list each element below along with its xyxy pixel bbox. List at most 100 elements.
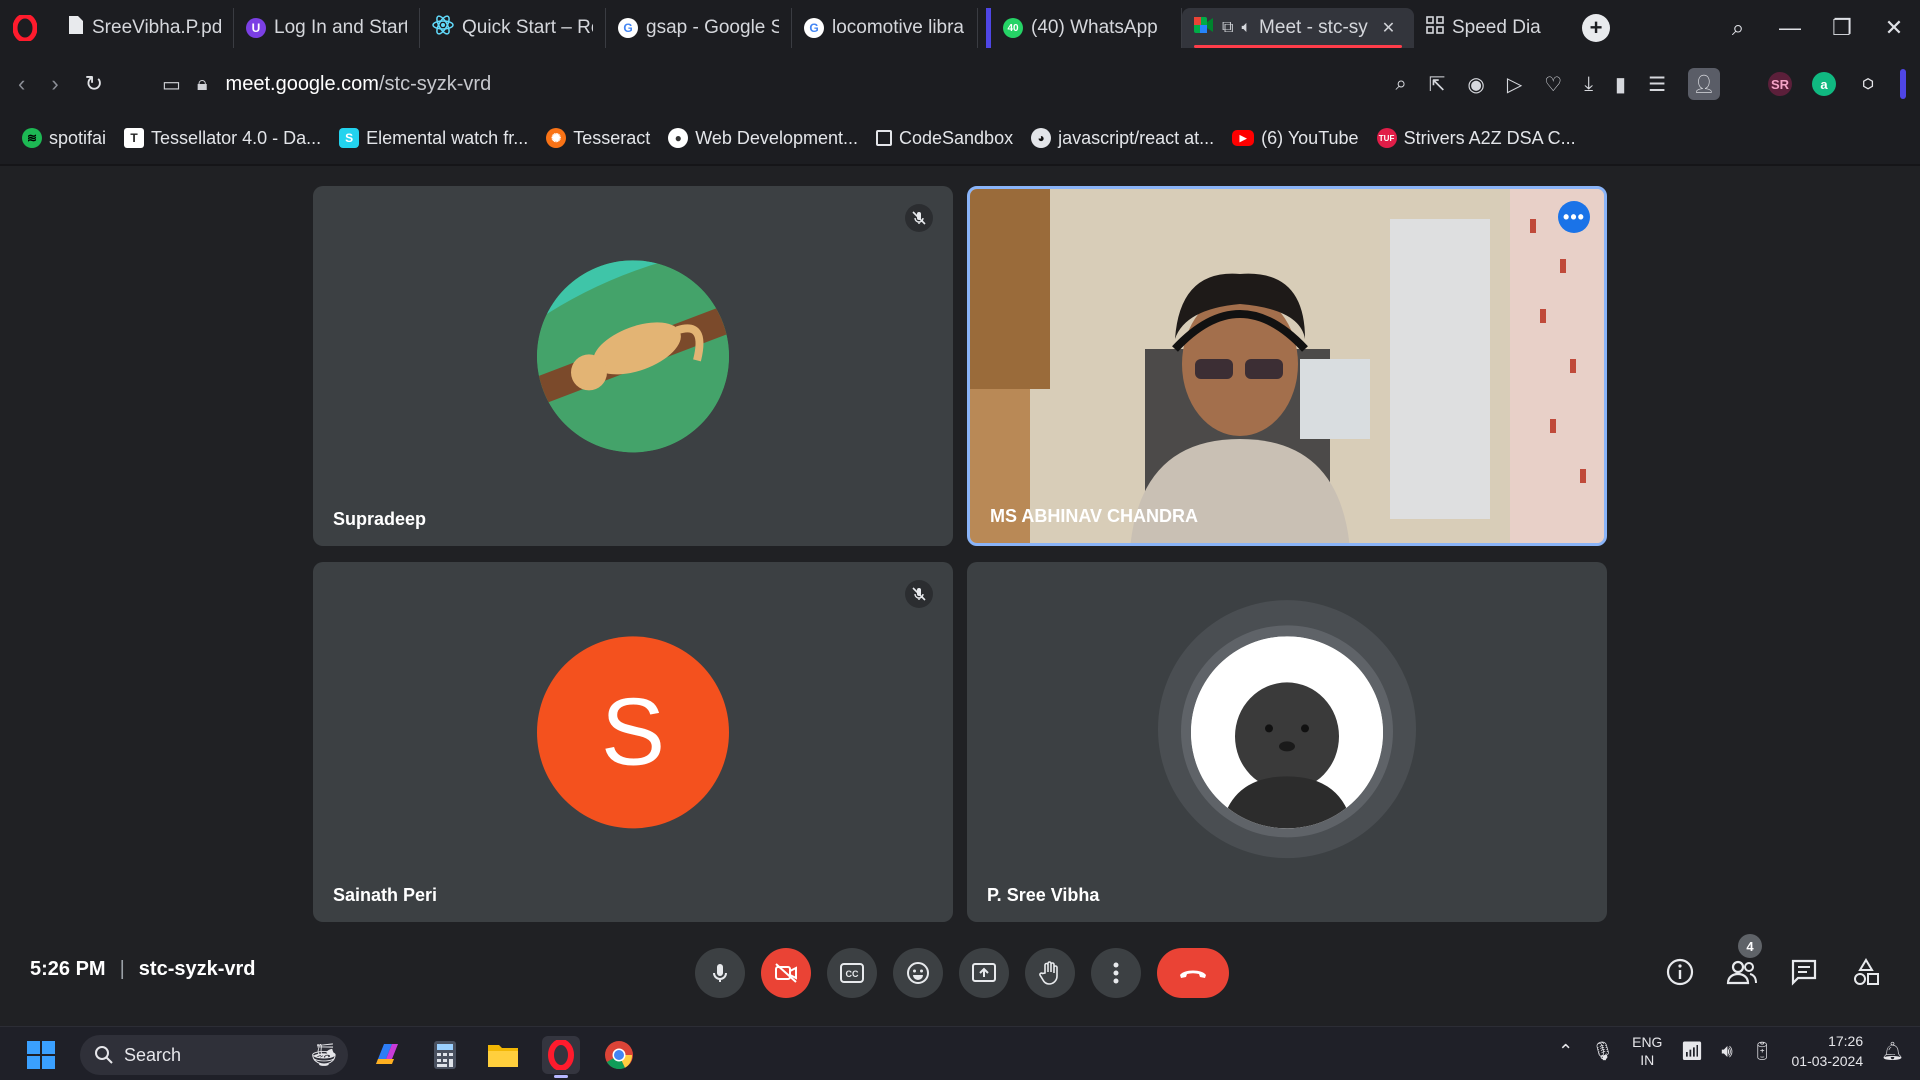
reactions-button[interactable] xyxy=(893,948,943,998)
share-icon[interactable]: ⇱ xyxy=(1429,72,1446,97)
people-icon xyxy=(1726,960,1757,985)
bookmark-spotifai[interactable]: ≋ spotifai xyxy=(22,128,106,149)
participant-tile-supradeep[interactable]: Supradeep xyxy=(313,186,953,546)
meet-stage: Supradeep ••• MS ABHINAV CHANDRA S Saina… xyxy=(0,164,1920,1026)
clock-time: 17:26 xyxy=(1828,1033,1864,1049)
snapshot-icon[interactable]: ◉ xyxy=(1467,72,1484,97)
participant-tile-abhinav[interactable]: ••• MS ABHINAV CHANDRA xyxy=(967,186,1607,546)
battery-saver-icon[interactable]: ▮ xyxy=(1615,72,1626,97)
address-bar: ‹ › ↻ ▭ 🔒︎ meet.google.com/stc-syzk-vrd … xyxy=(0,58,1920,110)
send-icon[interactable]: ▷ xyxy=(1507,72,1522,97)
wifi-icon[interactable]: 📶︎ xyxy=(1680,1041,1703,1062)
file-explorer-app[interactable] xyxy=(484,1036,522,1074)
battery-icon[interactable]: 🔋︎ xyxy=(1751,1041,1774,1062)
picture-in-picture-icon[interactable]: ⧉ xyxy=(1222,19,1233,37)
bookmark-tesseract[interactable]: ✺ Tesseract xyxy=(546,128,650,149)
easy-setup-icon[interactable]: ☰ xyxy=(1648,72,1666,97)
tab-speed-dial[interactable]: Speed Dial xyxy=(1414,8,1554,48)
avatar xyxy=(1191,636,1383,829)
tab-gsap[interactable]: G gsap - Google Sea xyxy=(606,8,792,48)
captions-button[interactable]: CC xyxy=(827,948,877,998)
minimize-icon[interactable]: — xyxy=(1764,15,1816,41)
clock-date: 01-03-2024 xyxy=(1791,1053,1864,1069)
bookmark-webdev[interactable]: ● Web Development... xyxy=(668,128,858,149)
page-search-icon[interactable]: ⌕ xyxy=(1395,73,1406,96)
meeting-details-button[interactable] xyxy=(1656,948,1704,996)
heart-icon[interactable]: ♡ xyxy=(1544,72,1562,97)
lock-icon[interactable]: 🔒︎ xyxy=(197,73,208,96)
chrome-app[interactable] xyxy=(600,1036,638,1074)
camera-button[interactable] xyxy=(761,948,811,998)
speaker-icon[interactable]: 🔈︎ xyxy=(1241,19,1251,37)
mic-off-icon xyxy=(905,580,933,608)
people-button[interactable]: 4 xyxy=(1718,934,1766,996)
copilot-app[interactable] xyxy=(368,1036,406,1074)
bookmark-elemental[interactable]: S Elemental watch fr... xyxy=(339,128,528,149)
tab-close-icon[interactable]: ✕ xyxy=(1382,18,1395,38)
profile-icon[interactable]: 👤︎ xyxy=(1688,68,1720,100)
tab-whatsapp[interactable]: 40 (40) WhatsApp xyxy=(986,8,1182,48)
emoji-icon xyxy=(907,962,929,984)
opera-menu-icon[interactable] xyxy=(12,15,38,41)
extensions-cube-icon[interactable]: ⬡ xyxy=(1856,72,1880,96)
tab-locomotive[interactable]: G locomotive library xyxy=(792,8,978,48)
tab-pdf[interactable]: SreeVibha.P.pdf xyxy=(56,8,234,48)
chat-button[interactable] xyxy=(1780,948,1828,996)
reload-icon[interactable]: ↻ xyxy=(85,71,103,97)
forward-icon[interactable]: › xyxy=(51,71,58,97)
restore-icon[interactable]: ❐ xyxy=(1816,15,1868,41)
more-vert-icon xyxy=(1113,962,1119,984)
tab-search-icon[interactable]: ⌕ xyxy=(1712,15,1764,41)
react-icon xyxy=(432,14,454,42)
bookmark-striver[interactable]: TUF Strivers A2Z DSA C... xyxy=(1376,128,1576,149)
new-tab-button[interactable]: + xyxy=(1582,14,1610,42)
close-window-icon[interactable]: ✕ xyxy=(1868,15,1920,41)
bookmarks-bar: ≋ spotifai T Tessellator 4.0 - Da... S Elem… xyxy=(0,118,1920,158)
calculator-icon xyxy=(434,1041,456,1069)
bookmark-tessellator[interactable]: T Tessellator 4.0 - Da... xyxy=(124,128,321,149)
bookmark-label: Elemental watch fr... xyxy=(366,127,529,148)
webdev-icon: ● xyxy=(668,128,689,148)
sidebar-accent xyxy=(1900,69,1906,99)
system-clock[interactable]: 17:26 01-03-2024 xyxy=(1792,1031,1864,1071)
volume-icon[interactable]: 🔊︎ xyxy=(1721,1041,1732,1062)
camera-permission-icon[interactable]: ▭ xyxy=(162,72,181,97)
raise-hand-button[interactable] xyxy=(1025,948,1075,998)
present-screen-icon xyxy=(972,963,996,982)
url-field[interactable]: ▭ 🔒︎ meet.google.com/stc-syzk-vrd ⌕ ⇱ ◉ … xyxy=(150,62,1720,106)
microphone-button[interactable] xyxy=(695,948,745,998)
bookmark-youtube[interactable]: ▶ (6) YouTube xyxy=(1232,128,1359,149)
participant-name: Sainath Peri xyxy=(333,885,438,905)
back-icon[interactable]: ‹ xyxy=(18,71,25,97)
participant-name: Supradeep xyxy=(333,509,427,529)
more-options-button[interactable] xyxy=(1091,948,1141,998)
bookmark-github[interactable]: ◕ javascript/react at... xyxy=(1031,128,1214,149)
tab-react[interactable]: Quick Start – Reac xyxy=(420,8,606,48)
search-placeholder: Search xyxy=(124,1044,182,1065)
video-feed xyxy=(970,189,1604,543)
participant-tile-sree-vibha[interactable]: P. Sree Vibha xyxy=(967,562,1607,922)
extension-a-icon[interactable]: a xyxy=(1812,72,1836,96)
lang-code: ENG xyxy=(1632,1034,1663,1050)
opera-app[interactable] xyxy=(542,1036,580,1078)
activities-button[interactable] xyxy=(1842,948,1890,996)
leave-call-button[interactable] xyxy=(1157,948,1229,998)
tab-label: Speed Dial xyxy=(1452,17,1542,38)
download-icon[interactable]: ⤓ xyxy=(1584,73,1593,96)
extension-sr-icon[interactable]: SR xyxy=(1768,72,1792,96)
participant-tile-sainath[interactable]: S Sainath Peri xyxy=(313,562,953,922)
present-button[interactable] xyxy=(959,948,1009,998)
start-button[interactable] xyxy=(22,1036,60,1074)
notification-bell-icon[interactable]: 🔔︎ xyxy=(1881,1041,1904,1062)
microphone-in-use-icon[interactable]: 🎙︎ xyxy=(1591,1041,1614,1062)
input-language[interactable]: ENG IN xyxy=(1632,1033,1662,1069)
tab-login[interactable]: U Log In and Start L xyxy=(234,8,420,48)
bookmark-codesandbox[interactable]: CodeSandbox xyxy=(875,128,1013,149)
taskbar-search[interactable]: Search 🍜︎ xyxy=(80,1035,348,1075)
more-options-icon[interactable]: ••• xyxy=(1558,201,1590,233)
meeting-code: stc-syzk-vrd xyxy=(138,958,256,980)
meet-control-bar: 5:26 PM | stc-syzk-vrd CC 4 xyxy=(0,934,1920,1014)
calculator-app[interactable] xyxy=(426,1036,464,1074)
tab-meet[interactable]: ⧉ 🔈︎ Meet - stc-sy ✕ xyxy=(1182,8,1414,48)
show-hidden-icons-chevron-icon[interactable]: ⌃ xyxy=(1558,1041,1573,1062)
